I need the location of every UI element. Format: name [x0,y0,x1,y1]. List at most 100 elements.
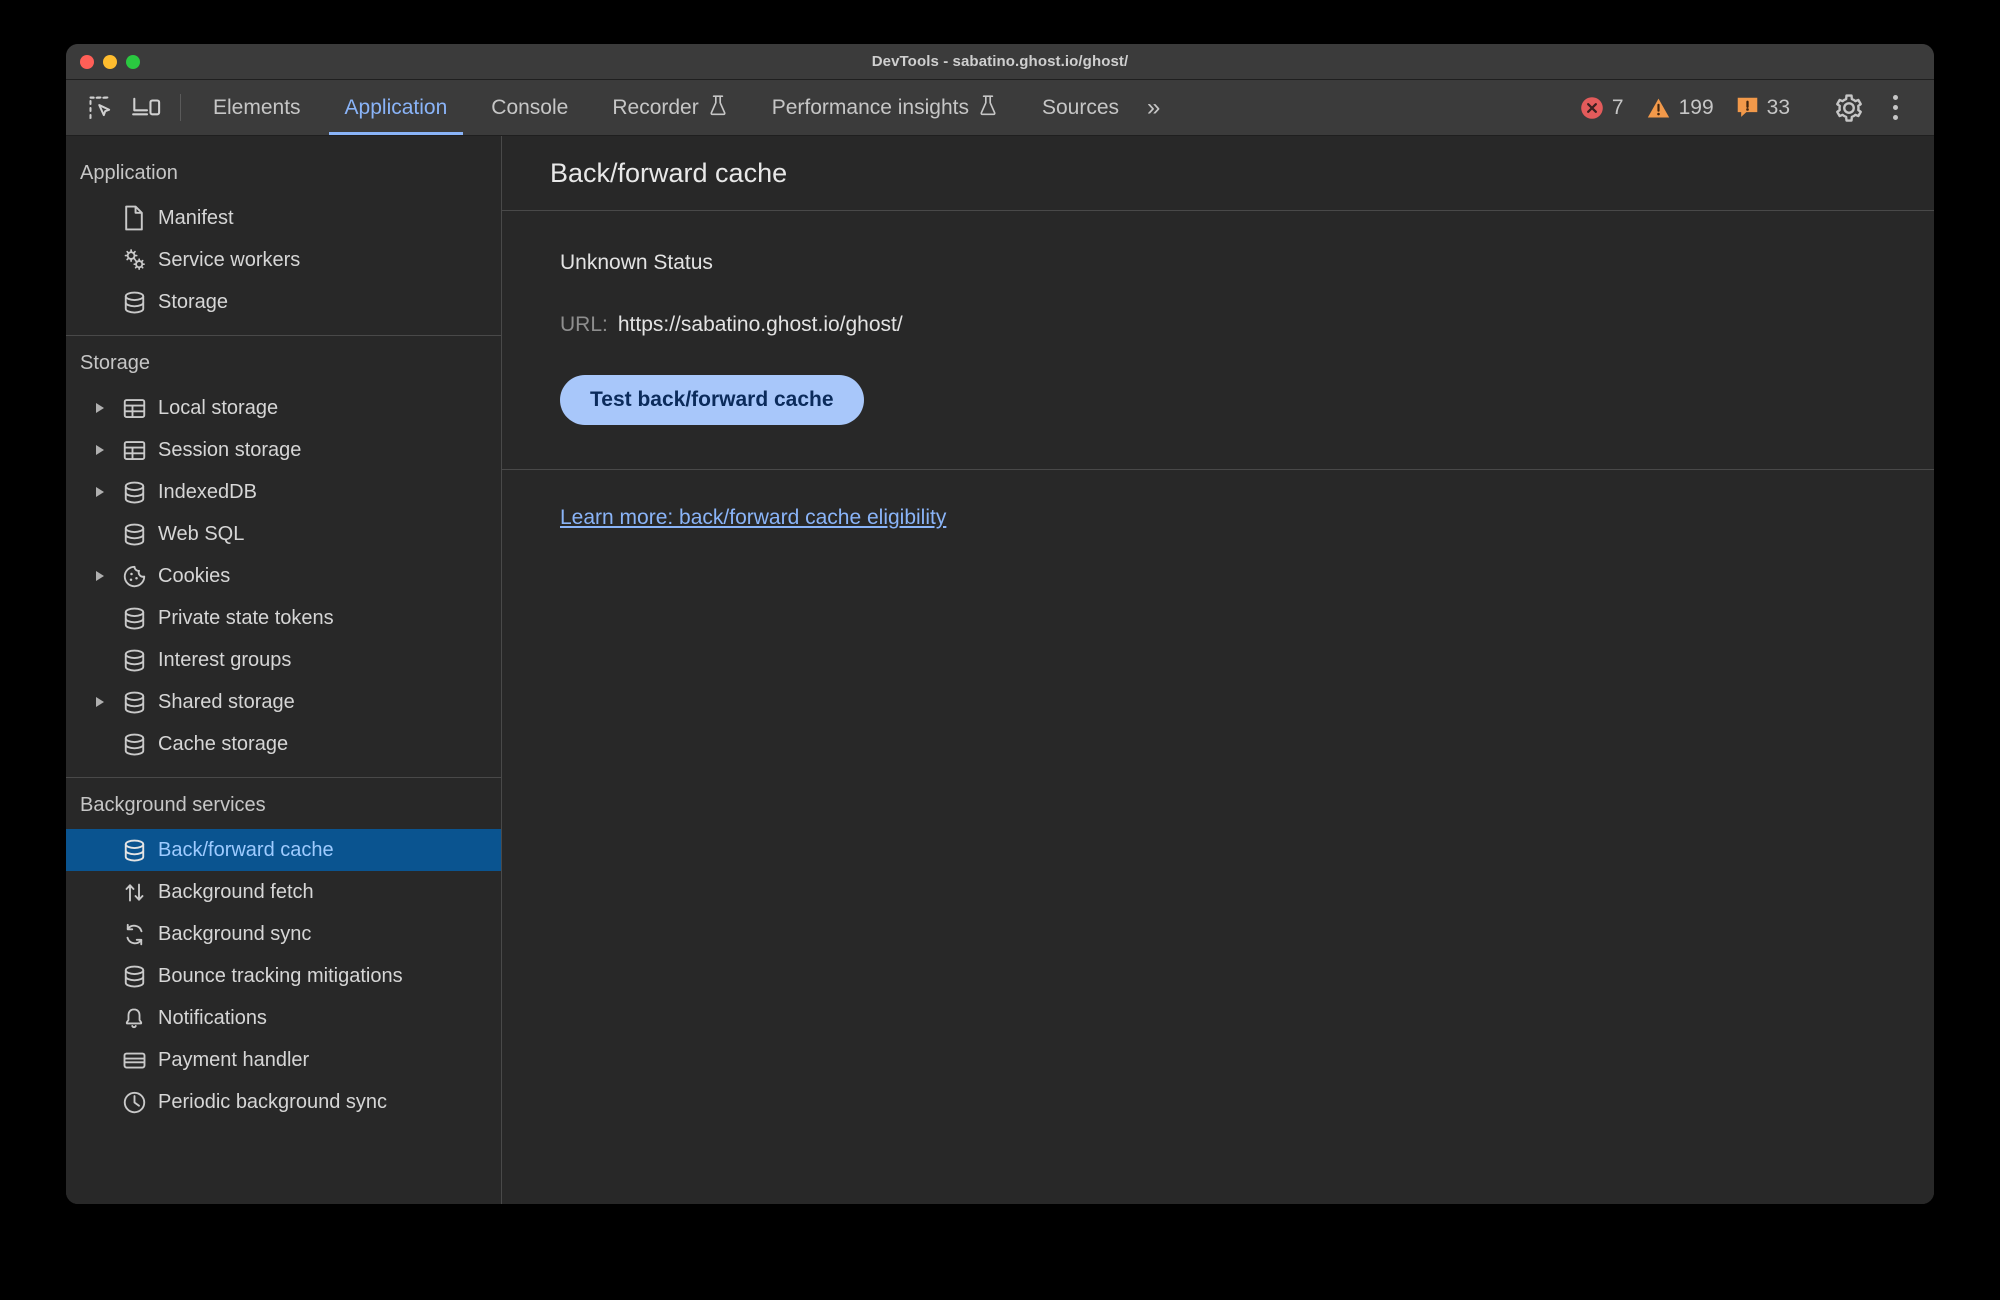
sidebar-item-label: Bounce tracking mitigations [158,964,403,987]
sidebar-item-indexeddb[interactable]: IndexedDB [66,471,501,513]
tab-label: Elements [213,95,301,119]
sidebar-item-back-forward-cache[interactable]: Back/forward cache [66,829,501,871]
issue-icon [1736,96,1759,119]
sidebar-item-label: Payment handler [158,1048,310,1071]
page-title: Back/forward cache [550,157,788,188]
sidebar-item-private-state-tokens[interactable]: Private state tokens [66,597,501,639]
database-icon [122,480,156,505]
sidebar-item-label: Cache storage [158,732,289,755]
database-icon [122,522,156,547]
sidebar-item-label: Back/forward cache [158,838,334,861]
sidebar-item-cookies[interactable]: Cookies [66,555,501,597]
database-icon [122,606,156,631]
main-panel: Back/forward cache Unknown Status URL: h… [502,136,1934,1204]
expand-twisty-icon[interactable] [96,403,122,413]
sidebar-item-notifications[interactable]: Notifications [66,997,501,1039]
sidebar-item-label: Web SQL [158,522,245,545]
document-icon [122,205,156,231]
sidebar-group-title: Background services [80,794,266,816]
more-tabs-icon[interactable]: » [1141,80,1167,135]
url-label: URL: [560,313,608,336]
sidebar-group-background-services: Background services Back/forward cache B… [66,777,501,1135]
window-controls [80,44,140,79]
sidebar-item-label: Session storage [158,438,302,461]
tab-label: Sources [1041,95,1120,119]
url-value: https://sabatino.ghost.io/ghost/ [617,313,903,336]
gear-icon[interactable] [1826,85,1872,131]
sidebar-item-label: Cookies [158,564,231,587]
learn-more-link[interactable]: Learn more: back/forward cache eligibili… [560,506,946,529]
expand-twisty-icon[interactable] [96,697,122,707]
maximize-window-button[interactable] [126,54,140,69]
window-titlebar: DevTools - sabatino.ghost.io/ghost/ [66,44,1934,80]
clock-icon [122,1090,156,1115]
sidebar-item-label: Background sync [158,922,312,945]
learn-more-section: Learn more: back/forward cache eligibili… [502,470,1934,530]
issue-counter[interactable]: 33 [1725,96,1801,120]
sidebar-item-cache-storage[interactable]: Cache storage [66,723,501,765]
application-sidebar: Application Manifest Service workers Sto… [66,136,502,1204]
sidebar-group-title: Storage [80,352,151,374]
sidebar-group-storage: Storage Local storage Session storage In… [66,335,501,777]
tab-elements[interactable]: Elements [191,80,323,135]
toolbar-right-group: 7 199 33 [1569,80,1934,135]
sidebar-item-label: Manifest [158,206,234,229]
devtools-toolbar: Elements Application Console Recorder Pe… [66,80,1934,136]
table-icon [122,396,156,421]
sidebar-item-local-storage[interactable]: Local storage [66,387,501,429]
more-options-icon[interactable] [1872,85,1918,131]
database-icon [122,690,156,715]
sidebar-item-service-workers[interactable]: Service workers [66,239,501,281]
warning-icon [1646,96,1671,120]
inspect-element-icon[interactable] [78,80,124,135]
sidebar-item-bounce-tracking-mitigations[interactable]: Bounce tracking mitigations [66,955,501,997]
warning-counter[interactable]: 199 [1635,96,1725,120]
error-count: 7 [1611,95,1624,119]
expand-twisty-icon[interactable] [96,487,122,497]
sidebar-item-label: IndexedDB [158,480,257,503]
tab-label: Console [491,95,569,119]
sidebar-item-label: Storage [158,290,229,313]
tab-console[interactable]: Console [469,80,590,135]
sidebar-item-web-sql[interactable]: Web SQL [66,513,501,555]
error-counter[interactable]: 7 [1569,96,1635,120]
error-icon [1580,96,1604,120]
test-back-forward-cache-button[interactable]: Test back/forward cache [560,375,864,425]
gears-icon [122,247,156,273]
tab-label: Recorder [612,95,699,119]
tab-application[interactable]: Application [323,80,470,135]
tab-label: Performance insights [771,95,969,119]
sidebar-item-label: Private state tokens [158,606,334,629]
flask-icon [708,94,728,122]
sidebar-item-background-fetch[interactable]: Background fetch [66,871,501,913]
sidebar-item-background-sync[interactable]: Background sync [66,913,501,955]
issue-count: 33 [1766,95,1790,119]
database-icon [122,732,156,757]
toolbar-divider [180,94,181,121]
sidebar-item-label: Service workers [158,248,301,271]
tab-sources[interactable]: Sources [1020,80,1141,135]
sidebar-item-periodic-background-sync[interactable]: Periodic background sync [66,1081,501,1123]
database-icon [122,290,156,315]
card-icon [122,1048,156,1073]
tab-label: Application [344,95,448,119]
expand-twisty-icon[interactable] [96,571,122,581]
database-icon [122,838,156,863]
bell-icon [122,1006,156,1031]
cookie-icon [122,564,156,589]
sidebar-item-label: Background fetch [158,880,314,903]
sidebar-item-session-storage[interactable]: Session storage [66,429,501,471]
kebab-dots [1892,95,1898,120]
expand-twisty-icon[interactable] [96,445,122,455]
device-toolbar-icon[interactable] [124,80,170,135]
sidebar-item-payment-handler[interactable]: Payment handler [66,1039,501,1081]
minimize-window-button[interactable] [103,54,117,69]
sidebar-item-label: Local storage [158,396,279,419]
tab-performance-insights[interactable]: Performance insights [750,80,1020,135]
sidebar-item-storage[interactable]: Storage [66,281,501,323]
sidebar-item-manifest[interactable]: Manifest [66,197,501,239]
close-window-button[interactable] [80,54,94,69]
sidebar-item-shared-storage[interactable]: Shared storage [66,681,501,723]
tab-recorder[interactable]: Recorder [590,80,749,135]
sidebar-item-interest-groups[interactable]: Interest groups [66,639,501,681]
